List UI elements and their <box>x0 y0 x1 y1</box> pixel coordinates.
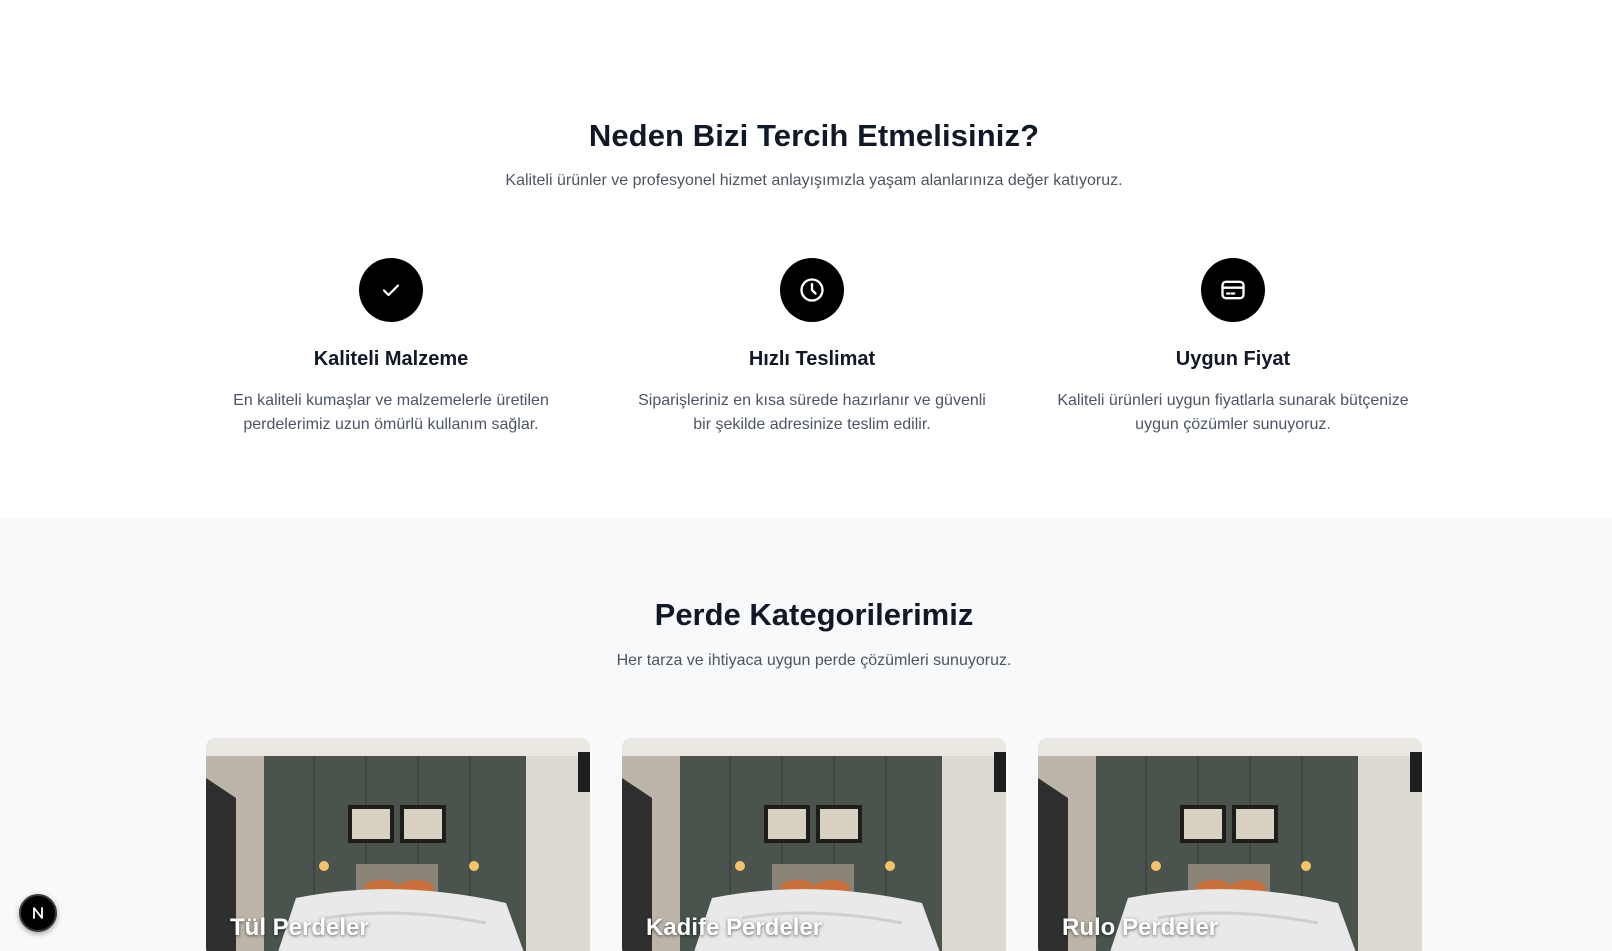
feature-affordable-price: Uygun Fiyat Kaliteli ürünleri uygun fiya… <box>1033 258 1433 437</box>
why-choose-us-section: Neden Bizi Tercih Etmelisiniz? Kaliteli … <box>0 0 1612 518</box>
feature-title: Uygun Fiyat <box>1175 348 1291 370</box>
category-label: Rulo Perdeler <box>1062 914 1219 941</box>
nextjs-devtools-button[interactable] <box>19 894 57 932</box>
categories-subtitle: Her tarza ve ihtiyaca uygun perde çözüml… <box>616 652 1012 669</box>
check-icon <box>359 258 423 322</box>
category-card-rulo[interactable]: Rulo Perdeler <box>1038 738 1422 951</box>
feature-fast-delivery: Hızlı Teslimat Siparişleriniz en kısa sü… <box>612 258 1012 437</box>
feature-quality: Kaliteli Malzeme En kaliteli kumaşlar ve… <box>191 258 591 437</box>
feature-title: Hızlı Teslimat <box>748 348 876 370</box>
feature-description: Kaliteli ürünleri uygun fiyatlarla sunar… <box>1057 392 1409 433</box>
clock-icon <box>780 258 844 322</box>
category-card-tul[interactable]: Tül Perdeler <box>206 738 590 951</box>
credit-card-icon <box>1201 258 1265 322</box>
category-label: Kadife Perdeler <box>646 914 823 941</box>
categories-section: Perde Kategorilerimiz Her tarza ve ihtiy… <box>0 518 1612 951</box>
category-card-kadife[interactable]: Kadife Perdeler <box>622 738 1006 951</box>
categories-title: Perde Kategorilerimiz <box>654 597 974 632</box>
category-label: Tül Perdeler <box>230 914 369 941</box>
nextjs-logo-icon <box>33 907 43 919</box>
feature-description: En kaliteli kumaşlar ve malzemelerle üre… <box>233 392 549 433</box>
why-section-title: Neden Bizi Tercih Etmelisiniz? <box>588 118 1040 153</box>
why-section-subtitle: Kaliteli ürünler ve profesyonel hizmet a… <box>505 172 1123 189</box>
feature-description: Siparişleriniz en kısa sürede hazırlanır… <box>638 392 986 433</box>
feature-title: Kaliteli Malzeme <box>313 348 469 370</box>
